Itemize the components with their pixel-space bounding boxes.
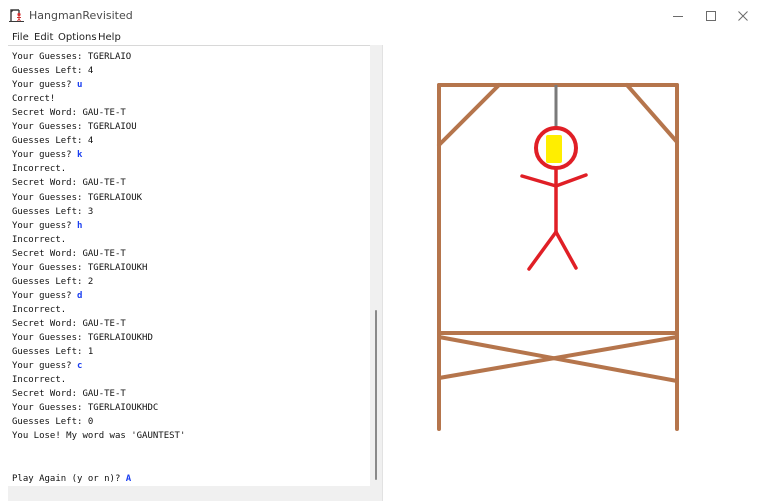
console-line: Secret Word: GAU-TE-T <box>12 387 126 401</box>
console-line-text: Secret Word: GAU-TE-T <box>12 108 126 119</box>
console-line-text: Your guess? <box>12 361 78 372</box>
console-line-text: Your Guesses: TGERLAIOUKHDC <box>12 403 159 414</box>
hangman-right-leg <box>554 230 578 270</box>
console-line: Incorrect. <box>12 162 66 176</box>
vertical-scrollbar[interactable] <box>370 45 382 486</box>
console-line-text: Your Guesses: TGERLAIOU <box>12 122 137 133</box>
console-line-text: Your guess? <box>12 80 78 91</box>
console-line: Incorrect. <box>12 373 66 387</box>
close-button[interactable] <box>725 4 757 28</box>
console-line: Secret Word: GAU-TE-T <box>12 317 126 331</box>
console-line-text: Secret Word: GAU-TE-T <box>12 318 126 329</box>
console-line: Play Again (y or n)? A <box>12 472 131 486</box>
console-line-text: Guesses Left: 1 <box>12 347 94 358</box>
console-line-text: Secret Word: GAU-TE-T <box>12 178 126 189</box>
console-line-text: Guesses Left: 2 <box>12 276 94 287</box>
console-line-text: Correct! <box>12 94 56 105</box>
console-line: Secret Word: GAU-TE-T <box>12 176 126 190</box>
hangman-left-arm <box>520 174 558 188</box>
console-line: Your Guesses: TGERLAIOU <box>12 120 137 134</box>
console-line: Incorrect. <box>12 303 66 317</box>
console-line: Guesses Left: 1 <box>12 345 93 359</box>
console-line: Correct! <box>12 92 55 106</box>
console-output[interactable]: Your Guesses: TGERLAIO Guesses Left: 4 You… <box>8 45 370 486</box>
scrollbar-thumb[interactable] <box>375 310 377 480</box>
console-line-text: Secret Word: GAU-TE-T <box>12 248 126 259</box>
minimize-button[interactable] <box>660 4 696 28</box>
console-line: Guesses Left: 4 <box>12 64 93 78</box>
gallows-left-brace <box>437 83 501 147</box>
console-line: Your Guesses: TGERLAIO <box>12 50 131 64</box>
console-line-text: Your Guesses: TGERLAIOUKH <box>12 262 148 273</box>
window-title: HangmanRevisited <box>29 9 133 22</box>
console-line-text: Your guess? <box>12 290 78 301</box>
console-line: Secret Word: GAU-TE-T <box>12 247 126 261</box>
console-line: You Lose! My word was 'GAUNTEST' <box>12 429 185 443</box>
maximize-icon <box>706 11 716 21</box>
console-line-text: Your Guesses: TGERLAIOUK <box>12 192 143 203</box>
menu-file[interactable]: File <box>12 32 29 43</box>
hangman-right-arm <box>554 173 588 188</box>
menu-options[interactable]: Options <box>58 32 97 43</box>
console-line: Your guess? c <box>12 359 82 373</box>
console-line-text: Your guess? <box>12 150 78 161</box>
hangman-app-icon <box>9 9 24 22</box>
horizontal-scrollbar[interactable] <box>8 486 382 501</box>
menu-help[interactable]: Help <box>98 32 121 43</box>
console-line-text: Play Again (y or n)? <box>12 473 126 484</box>
hangman-face <box>546 135 562 163</box>
console-line-text: Guesses Left: 0 <box>12 417 94 428</box>
console-line: Your Guesses: TGERLAIOUKHDC <box>12 401 158 415</box>
maximize-button[interactable] <box>693 4 729 28</box>
menu-bar: File Edit Options Help <box>0 30 757 46</box>
console-line: Your guess? h <box>12 219 82 233</box>
console-user-input: h <box>77 220 83 231</box>
console-line: Your guess? u <box>12 78 82 92</box>
console-line: Guesses Left: 2 <box>12 275 93 289</box>
title-bar: HangmanRevisited <box>0 0 757 30</box>
console-line: Secret Word: GAU-TE-T <box>12 106 126 120</box>
hangman-drawing <box>437 83 679 431</box>
console-line-text: Guesses Left: 4 <box>12 136 94 147</box>
console-line-text: Guesses Left: 4 <box>12 66 94 77</box>
close-icon <box>738 11 748 21</box>
console-line-text: Secret Word: GAU-TE-T <box>12 389 126 400</box>
console-line-text: Your Guesses: TGERLAIO <box>12 52 132 62</box>
console-line: Guesses Left: 4 <box>12 134 93 148</box>
console-user-input: A <box>125 473 132 484</box>
console-user-input: c <box>77 361 83 372</box>
console-user-input: u <box>77 80 83 91</box>
console-user-input: d <box>77 290 83 301</box>
console-line: Guesses Left: 3 <box>12 205 93 219</box>
console-line-text: Incorrect. <box>12 164 67 175</box>
console-line-text: Incorrect. <box>12 234 67 245</box>
console-line-text: Your guess? <box>12 220 78 231</box>
minimize-icon <box>673 16 683 17</box>
hangman-left-leg <box>527 230 558 271</box>
console-line-text: Incorrect. <box>12 304 67 315</box>
console-line: Your guess? k <box>12 148 82 162</box>
console-line: Your Guesses: TGERLAIOUK <box>12 191 142 205</box>
console-line: Guesses Left: 0 <box>12 415 93 429</box>
gallows-right-brace <box>625 83 679 144</box>
console-line-text: Your Guesses: TGERLAIOUKHD <box>12 333 153 343</box>
console-line-text: Guesses Left: 3 <box>12 206 94 217</box>
console-line: Your Guesses: TGERLAIOUKH <box>12 261 147 275</box>
console-line: Your guess? d <box>12 289 82 303</box>
menu-edit[interactable]: Edit <box>34 32 53 43</box>
hangman-canvas <box>383 45 757 501</box>
console-line-text: Incorrect. <box>12 375 67 386</box>
console-line: Your Guesses: TGERLAIOUKHD <box>12 331 153 345</box>
console-user-input: k <box>77 150 83 161</box>
console-line: Incorrect. <box>12 233 66 247</box>
console-line-text: You Lose! My word was 'GAUNTEST' <box>12 431 186 442</box>
